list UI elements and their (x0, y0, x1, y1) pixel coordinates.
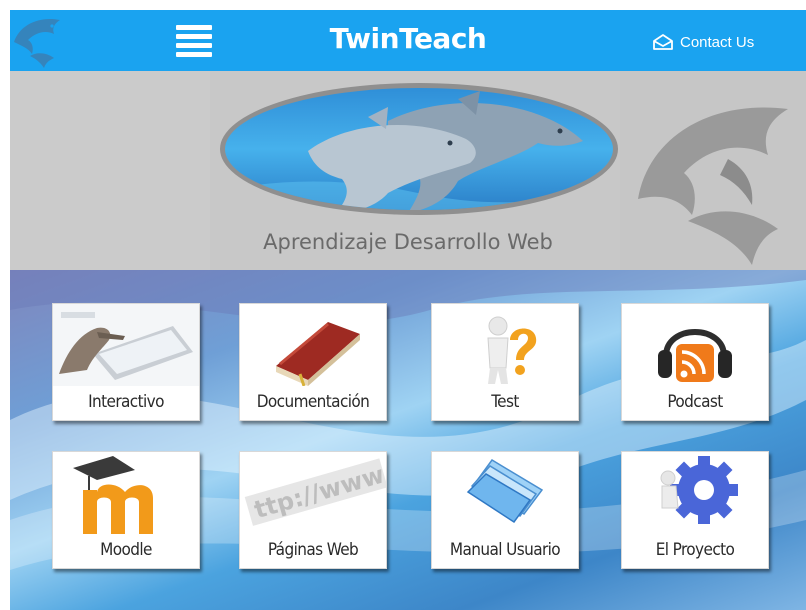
headphones-rss-icon (658, 329, 732, 382)
top-bar: TwinTeach Contact Us (10, 10, 806, 71)
tile-paginas-web[interactable]: ttp://www Páginas Web (239, 451, 387, 569)
dolphins-photo (220, 83, 618, 215)
tile-label: El Proyecto (655, 540, 735, 560)
tile-label: Interactivo (88, 392, 164, 412)
tile-podcast[interactable]: Podcast (621, 303, 769, 421)
folder-icon (466, 459, 544, 524)
tile-label: Podcast (667, 392, 723, 412)
tile-label: Moodle (100, 540, 152, 560)
app-window: TwinTeach Contact Us Aprendizaje Desarro… (10, 10, 806, 610)
tile-label: Documentación (256, 392, 370, 412)
hero-banner: Aprendizaje Desarrollo Web (10, 71, 806, 270)
tile-manual-usuario[interactable]: Manual Usuario (431, 451, 579, 569)
tablet-hand-icon (53, 304, 199, 386)
question-figure-icon (487, 316, 537, 384)
tile-test[interactable]: Test (431, 303, 579, 421)
tile-label: Manual Usuario (449, 540, 561, 560)
contact-us-label: Contact Us (680, 33, 755, 51)
tile-grid: Interactivo Documentación Test Podcast M… (10, 270, 806, 610)
tile-moodle[interactable]: Moodle (52, 451, 200, 569)
tile-label: Test (491, 392, 519, 412)
book-icon (276, 322, 360, 386)
tile-label: Páginas Web (267, 540, 359, 560)
tile-interactivo[interactable]: Interactivo (52, 303, 200, 421)
banner-tagline: Aprendizaje Desarrollo Web (263, 230, 553, 254)
http-www-icon: ttp://www (240, 452, 386, 534)
tile-el-proyecto[interactable]: El Proyecto (621, 451, 769, 569)
contact-us-link[interactable]: Contact Us (652, 29, 754, 55)
envelope-icon (653, 33, 673, 50)
tile-documentacion[interactable]: Documentación (239, 303, 387, 421)
moodle-logo-icon (73, 456, 153, 534)
gear-figure-icon (660, 456, 738, 524)
